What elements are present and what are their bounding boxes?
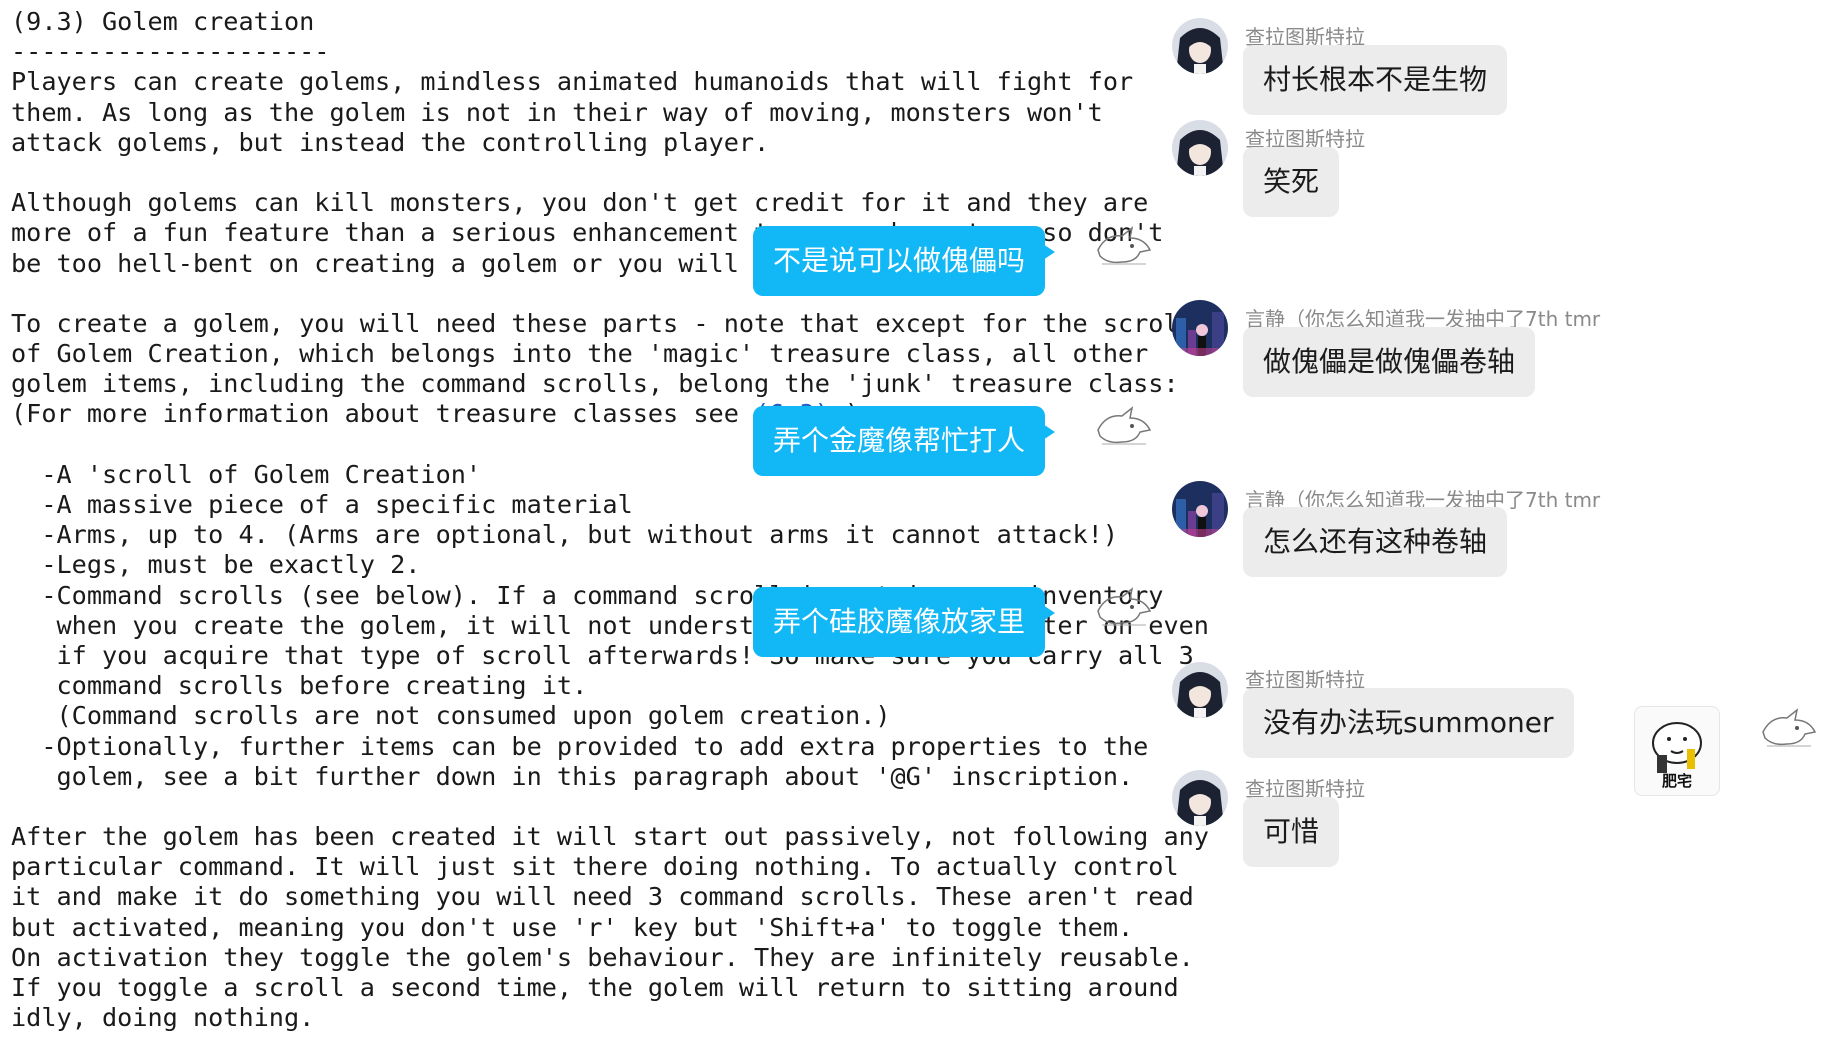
text-line bbox=[11, 158, 1141, 188]
sketch-creature-avatar[interactable] bbox=[1757, 702, 1821, 758]
message-bubble[interactable]: 可惜 bbox=[1243, 797, 1340, 867]
sketch-creature-avatar[interactable] bbox=[1092, 400, 1156, 456]
meme-sticker[interactable]: 肥宅 bbox=[1634, 706, 1720, 796]
text-line: To create a golem, you will need these p… bbox=[11, 308, 1194, 338]
message-bubble[interactable]: 弄个硅胶魔像放家里 bbox=[752, 587, 1056, 657]
sketch-creature-avatar[interactable] bbox=[1092, 581, 1156, 637]
text-line: Although golems can kill monsters, you d… bbox=[11, 188, 1149, 218]
anime-girl-avatar[interactable] bbox=[1172, 770, 1228, 826]
message-bubble[interactable]: 弄个金魔像帮忙打人 bbox=[752, 406, 1056, 476]
text-line: attack golems, but instead the controlli… bbox=[11, 127, 770, 157]
text-line: golem items, including the command scrol… bbox=[11, 369, 1179, 399]
text-line bbox=[11, 792, 1141, 822]
anime-girl-avatar[interactable] bbox=[1172, 120, 1228, 176]
message-bubble[interactable]: 不是说可以做傀儡吗 bbox=[752, 226, 1056, 296]
city-night-avatar[interactable] bbox=[1172, 300, 1228, 356]
text-line: them. As long as the golem is not in the… bbox=[11, 97, 1103, 127]
text-line: (Command scrolls are not consumed upon g… bbox=[11, 701, 891, 731]
text-line: of Golem Creation, which belongs into th… bbox=[11, 339, 1149, 369]
anime-girl-avatar[interactable] bbox=[1172, 18, 1228, 74]
text-line: -A massive piece of a specific material bbox=[11, 490, 633, 519]
text-line: but activated, meaning you don't use 'r'… bbox=[11, 912, 1134, 942]
message-bubble[interactable]: 笑死 bbox=[1243, 147, 1340, 217]
text-line: If you toggle a scroll a second time, th… bbox=[11, 973, 1179, 1002]
text-line: --------------------- bbox=[11, 37, 330, 67]
message-bubble[interactable]: 怎么还有这种卷轴 bbox=[1243, 507, 1508, 577]
text-line: command scrolls before creating it. bbox=[11, 671, 588, 701]
sticker-caption: 肥宅 bbox=[1661, 772, 1692, 790]
text-line: After the golem has been created it will… bbox=[11, 822, 1209, 852]
manual-text: (9.3) Golem creation --------------------… bbox=[11, 7, 1209, 1033]
text-line: -Arms, up to 4. (Arms are optional, but … bbox=[11, 520, 1118, 550]
text-line: idly, doing nothing. bbox=[11, 1003, 315, 1033]
text-line: -Legs, must be exactly 2. bbox=[11, 550, 421, 580]
text-line: (9.3) Golem creation bbox=[11, 7, 315, 36]
text-line: particular command. It will just sit the… bbox=[11, 852, 1179, 882]
ref-text-before: (For more information about treasure cla… bbox=[11, 399, 755, 429]
message-bubble[interactable]: 村长根本不是生物 bbox=[1243, 45, 1508, 115]
text-line: golem, see a bit further down in this pa… bbox=[11, 761, 1134, 791]
text-line: On activation they toggle the golem's be… bbox=[11, 942, 1194, 972]
chat-pane: 查拉图斯特拉 村长根本不是生物 查拉图斯特拉 笑死 不是说可以做傀儡吗 言静（你… bbox=[752, 0, 1825, 1040]
text-line: Players can create golems, mindless anim… bbox=[11, 67, 1134, 97]
text-line: -Optionally, further items can be provid… bbox=[11, 731, 1149, 761]
message-bubble[interactable]: 没有办法玩summoner bbox=[1243, 688, 1574, 758]
anime-girl-avatar[interactable] bbox=[1172, 662, 1228, 718]
text-line: it and make it do something you will nee… bbox=[11, 882, 1194, 912]
sketch-creature-avatar[interactable] bbox=[1092, 220, 1156, 276]
message-bubble[interactable]: 做傀儡是做傀儡卷轴 bbox=[1243, 327, 1536, 397]
city-night-avatar[interactable] bbox=[1172, 481, 1228, 537]
